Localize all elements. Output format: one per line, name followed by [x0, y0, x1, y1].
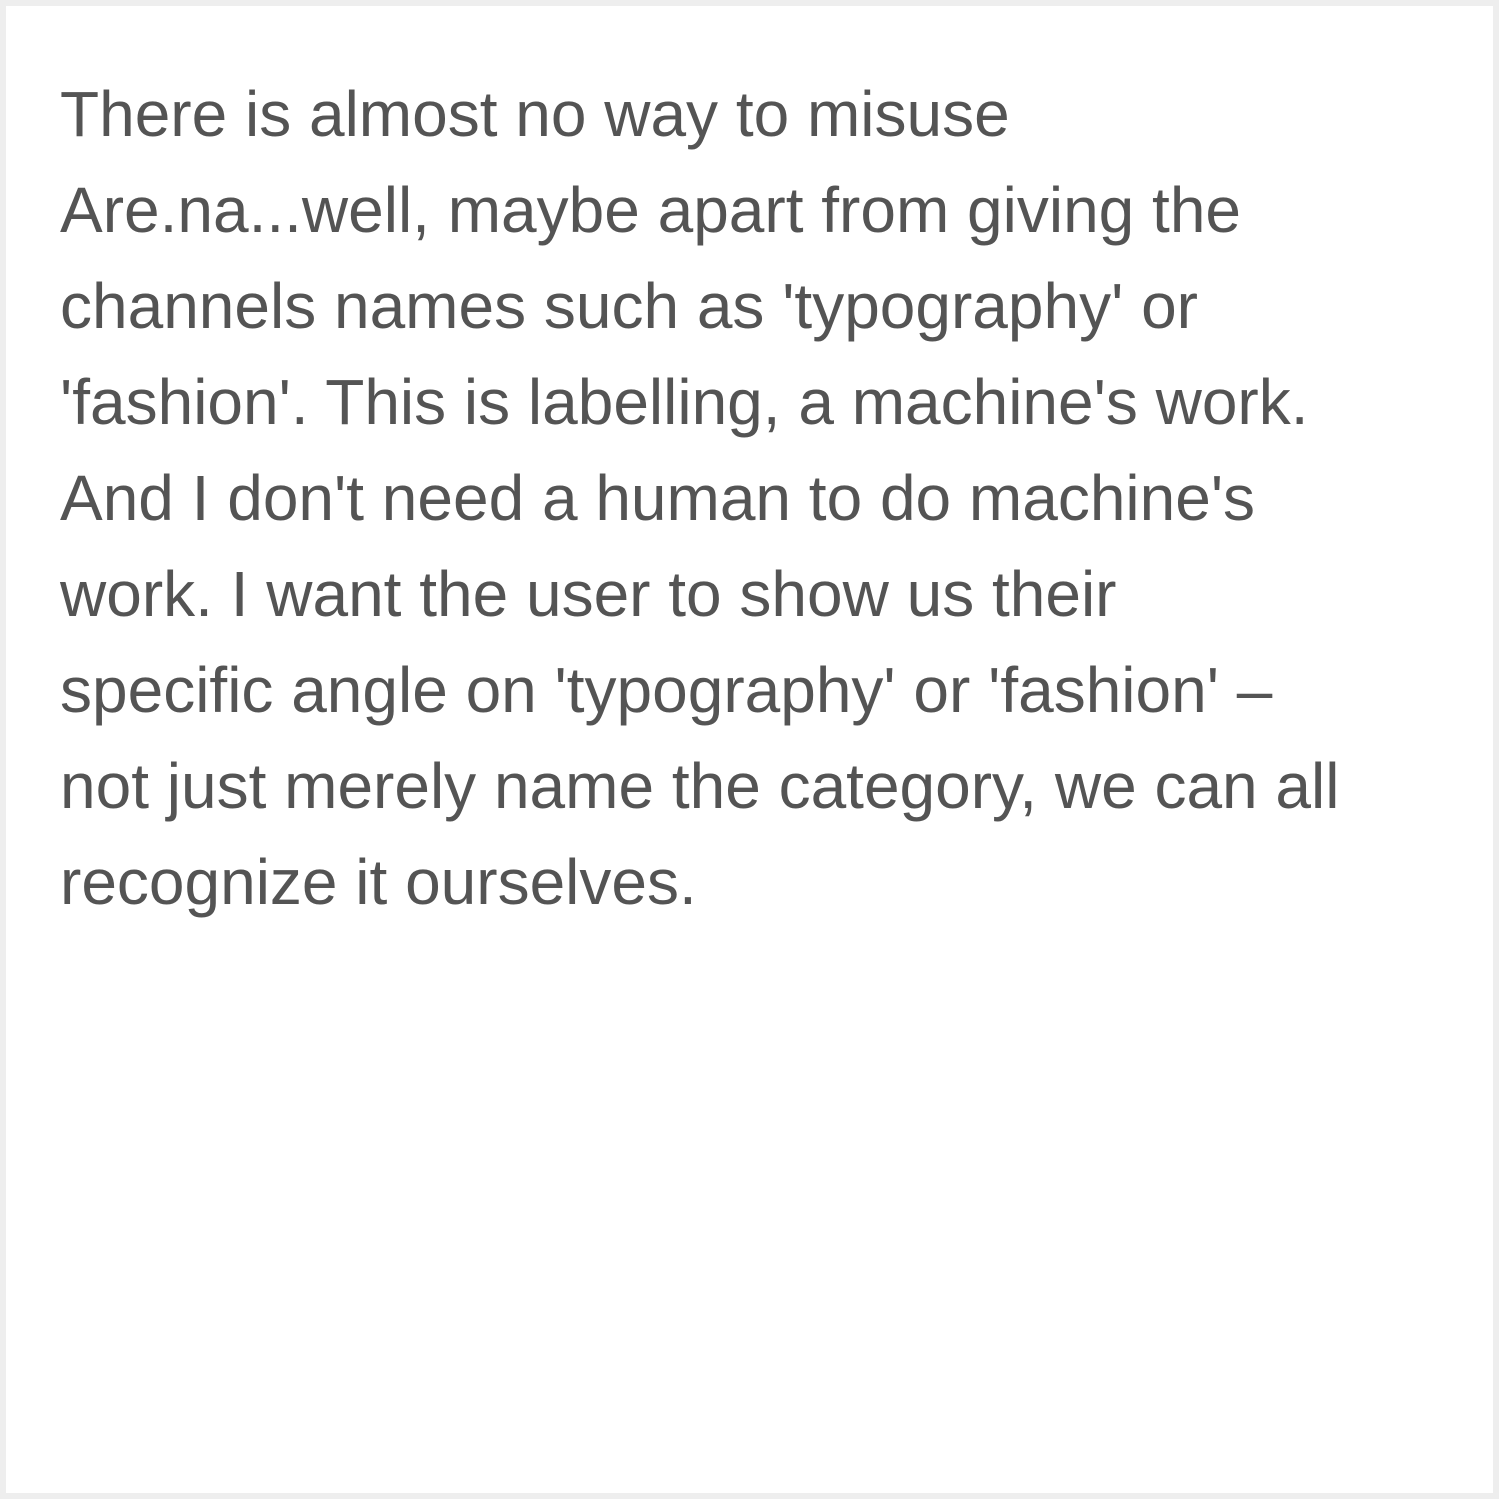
text-line: And I don't need a human to do machine's: [60, 462, 1256, 534]
text-line: work. I want the user to show us their: [60, 558, 1117, 630]
text-block-card[interactable]: There is almost no way to misuse Are.na.…: [6, 6, 1493, 1493]
text-line: specific angle on 'typography' or 'fashi…: [60, 654, 1273, 726]
block-text: There is almost no way to misuse Are.na.…: [60, 66, 1460, 930]
text-line: 'fashion'. This is labelling, a machine'…: [60, 366, 1309, 438]
text-line: not just merely name the category, we ca…: [60, 750, 1340, 822]
text-line: Are.na...well, maybe apart from giving t…: [60, 174, 1241, 246]
text-line: There is almost no way to misuse: [60, 78, 1010, 150]
text-line: recognize it ourselves.: [60, 846, 697, 918]
text-line: channels names such as 'typography' or: [60, 270, 1198, 342]
